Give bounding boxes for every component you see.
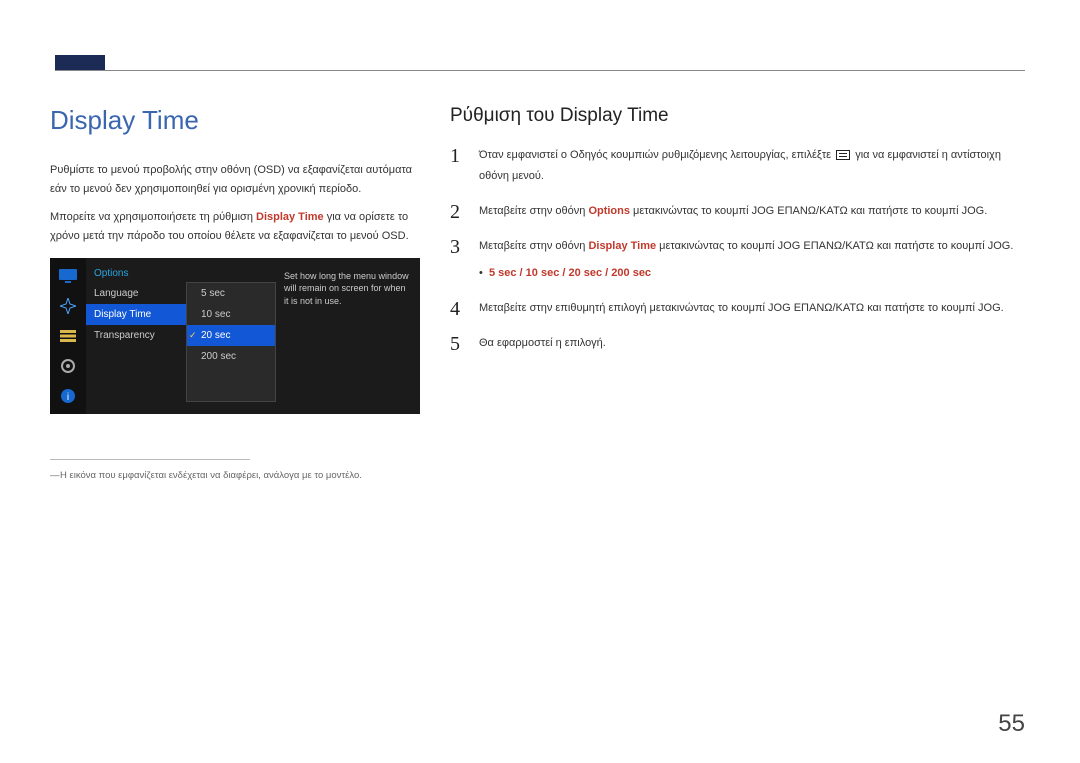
footnote: ―Η εικόνα που εμφανίζεται ενδέχεται να δ…	[50, 470, 420, 481]
options-icon	[58, 326, 78, 346]
osd-menu-item-transparency[interactable]: Transparency	[86, 325, 186, 346]
step-number: 3	[450, 236, 464, 257]
osd-sub-10sec[interactable]: 10 sec	[187, 304, 275, 325]
osd-menu-header: Options	[86, 264, 186, 283]
step-3: 3 Μεταβείτε στην οθόνη Display Time μετα…	[450, 236, 1030, 284]
right-column: Ρύθμιση του Display Time 1 Όταν εμφανιστ…	[450, 105, 1030, 481]
subsection-title: Ρύθμιση του Display Time	[450, 105, 1030, 127]
step-1: 1 Όταν εμφανιστεί ο Οδηγός κουμπιών ρυθμ…	[450, 145, 1030, 187]
steps-list: 1 Όταν εμφανιστεί ο Οδηγός κουμπιών ρυθμ…	[450, 145, 1030, 354]
monitor-icon	[58, 266, 78, 286]
step-number: 4	[450, 298, 464, 319]
adjust-icon	[58, 296, 78, 316]
header-tab-marker	[55, 55, 105, 70]
page: Display Time Ρυθμίστε το μενού προβολής …	[0, 0, 1080, 763]
settings-gear-icon	[58, 356, 78, 376]
step-number: 5	[450, 333, 464, 354]
step-number: 2	[450, 201, 464, 222]
accent-options: Options	[588, 205, 630, 217]
osd-main: Options Language Display Time Transparen…	[86, 258, 420, 414]
page-number: 55	[998, 710, 1025, 738]
footnote-separator	[50, 459, 250, 460]
osd-description: Set how long the menu window will remain…	[276, 264, 420, 408]
step-5: 5 Θα εφαρμοστεί η επιλογή.	[450, 333, 1030, 354]
step-body: Όταν εμφανιστεί ο Οδηγός κουμπιών ρυθμιζ…	[479, 145, 1030, 187]
section-title: Display Time	[50, 105, 420, 136]
header-rule	[55, 70, 1025, 71]
accent-display-time: Display Time	[256, 211, 324, 223]
step-body: Μεταβείτε στην οθόνη Display Time μετακι…	[479, 236, 1013, 284]
osd-menu-item-display-time[interactable]: Display Time	[86, 304, 186, 325]
osd-sub-200sec[interactable]: 200 sec	[187, 346, 275, 367]
step-body: Μεταβείτε στην επιθυμητή επιλογή μετακιν…	[479, 298, 1004, 319]
step-4: 4 Μεταβείτε στην επιθυμητή επιλογή μετακ…	[450, 298, 1030, 319]
accent-display-time-2: Display Time	[588, 240, 656, 252]
osd-icon-rail: i	[50, 258, 86, 414]
menu-icon	[836, 150, 850, 160]
intro-paragraph-1: Ρυθμίστε το μενού προβολής στην οθόνη (O…	[50, 161, 420, 198]
osd-panel: i Options Language Display Time Transpar…	[50, 258, 420, 414]
intro-paragraph-2: Μπορείτε να χρησιμοποιήσετε τη ρύθμιση D…	[50, 208, 420, 245]
osd-screenshot: i Options Language Display Time Transpar…	[50, 258, 420, 414]
step-body: Μεταβείτε στην οθόνη Options μετακινώντα…	[479, 201, 987, 222]
info-icon: i	[58, 386, 78, 406]
osd-submenu: 5 sec 10 sec 20 sec 200 sec	[186, 282, 276, 402]
step-body: Θα εφαρμοστεί η επιλογή.	[479, 333, 606, 354]
osd-menu-item-language[interactable]: Language	[86, 283, 186, 304]
step-number: 1	[450, 145, 464, 166]
svg-text:i: i	[67, 392, 69, 403]
step-2: 2 Μεταβείτε στην οθόνη Options μετακινών…	[450, 201, 1030, 222]
two-column-layout: Display Time Ρυθμίστε το μενού προβολής …	[50, 105, 1030, 481]
osd-sub-20sec[interactable]: 20 sec	[187, 325, 275, 346]
osd-sub-5sec[interactable]: 5 sec	[187, 283, 275, 304]
left-column: Display Time Ρυθμίστε το μενού προβολής …	[50, 105, 420, 481]
osd-menu-list: Options Language Display Time Transparen…	[86, 264, 186, 408]
step-3-options: • 5 sec / 10 sec / 20 sec / 200 sec	[479, 263, 1013, 284]
